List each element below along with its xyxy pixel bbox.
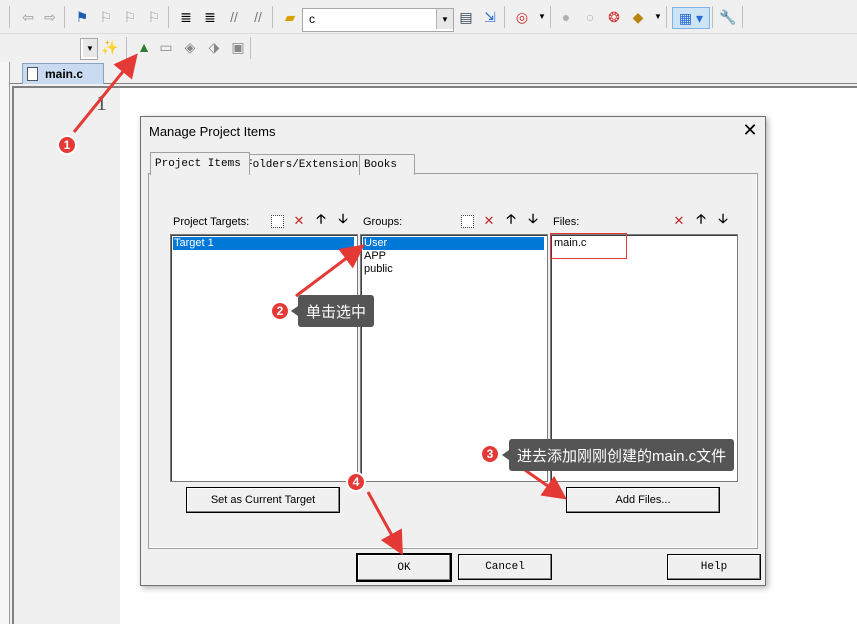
arrow-4 [366, 491, 403, 556]
tab-project-items[interactable]: Project Items [150, 152, 250, 175]
step-badge-4: 4 [346, 472, 366, 492]
step-badge-2: 2 [270, 301, 290, 321]
arrow-2 [295, 244, 365, 298]
tooltip-2: 单击选中 [290, 295, 375, 327]
step-badge-3: 3 [480, 444, 500, 464]
arrow-1 [72, 53, 138, 133]
annotation-arrows [72, 53, 567, 556]
tooltip-3: 进去添加刚刚创建的main.c文件 [501, 439, 735, 471]
step-badge-1: 1 [57, 135, 77, 155]
